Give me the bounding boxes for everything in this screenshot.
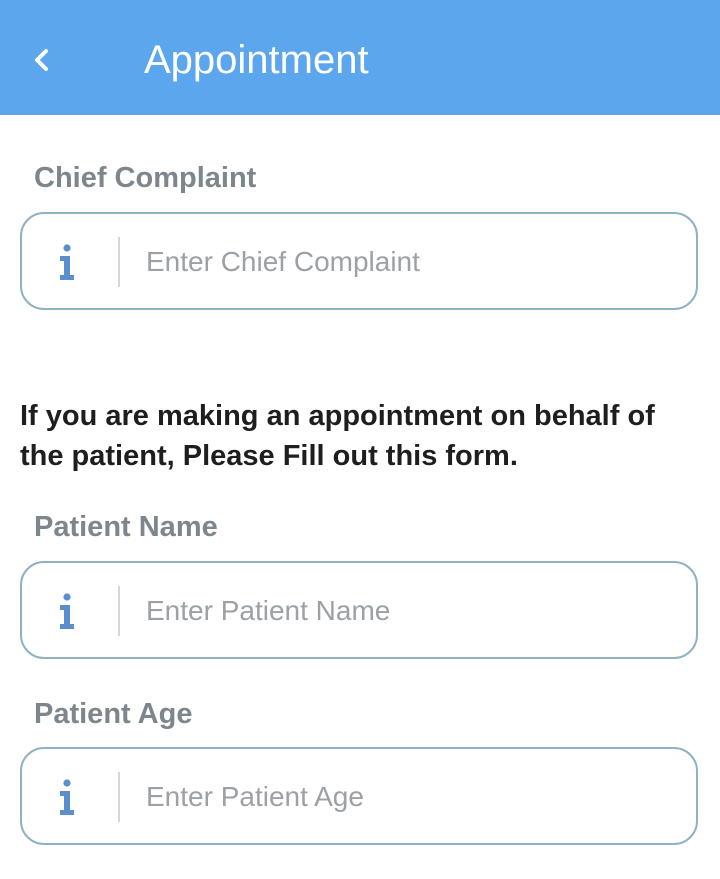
patient-name-input[interactable]	[146, 583, 666, 639]
chief-complaint-label: Chief Complaint	[34, 162, 257, 194]
chief-complaint-field[interactable]	[20, 212, 698, 310]
field-divider	[118, 586, 120, 636]
info-icon	[60, 244, 74, 280]
info-icon	[60, 593, 74, 629]
chevron-left-icon	[35, 49, 48, 71]
field-divider	[118, 237, 120, 287]
patient-age-input[interactable]	[146, 769, 666, 825]
patient-age-field[interactable]	[20, 747, 698, 845]
patient-name-field[interactable]	[20, 561, 698, 659]
page-title: Appointment	[144, 38, 369, 82]
patient-age-label: Patient Age	[34, 698, 193, 730]
patient-name-label: Patient Name	[34, 511, 218, 543]
info-icon	[60, 779, 74, 815]
chief-complaint-input[interactable]	[146, 234, 666, 290]
on-behalf-notice: If you are making an appointment on beha…	[20, 400, 655, 472]
field-divider	[118, 772, 120, 822]
back-button[interactable]	[20, 32, 68, 88]
app-bar: Appointment	[0, 0, 720, 115]
